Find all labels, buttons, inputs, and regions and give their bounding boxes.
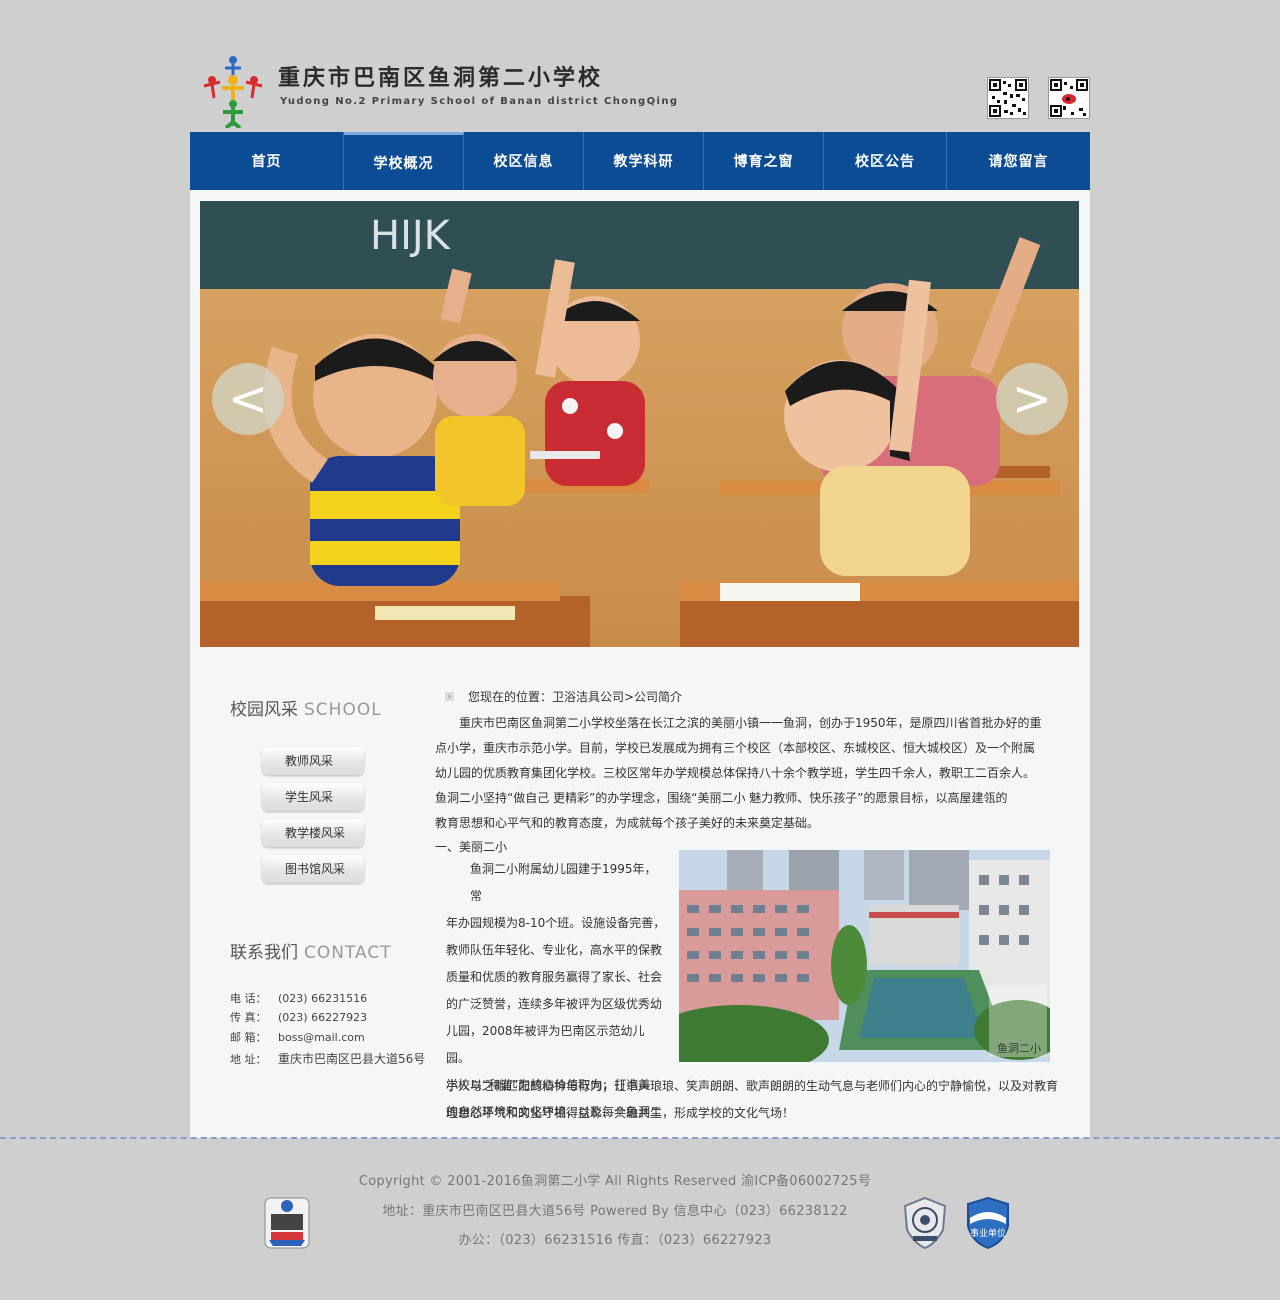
school-style-heading-en: SCHOOL	[304, 700, 382, 720]
section-line: 质量和优质的教育服务赢得了家长、社会	[446, 970, 663, 984]
breadcrumb-text[interactable]: 您现在的位置：卫浴洁具公司>公司简介	[468, 688, 682, 705]
contact-email-value[interactable]: boss@mail.com	[278, 1031, 365, 1044]
national-emblem-badge-icon[interactable]	[901, 1196, 949, 1250]
footer-address: 地址：重庆市巴南区巴县大道56号 Powered By 信息中心（023）662…	[382, 1204, 848, 1219]
contact-address-label: 地 址：	[230, 1053, 267, 1066]
contact-email-label: 邮 箱：	[230, 1031, 267, 1044]
school-campus-photo: 鱼洞二小	[679, 850, 1050, 1062]
contact-fax-value: (023) 66227923	[278, 1011, 368, 1024]
blackboard-text: HIJK	[370, 213, 452, 259]
contact-heading: 联系我们 CONTACT	[230, 938, 392, 963]
banner-next-button[interactable]: >	[996, 363, 1068, 435]
contact-fax-label: 传 真：	[230, 1011, 267, 1024]
nav-item-leave-message[interactable]: 请您留言	[947, 132, 1090, 190]
contact-address: 地 址： 重庆市巴南区巴县大道56号	[230, 1050, 425, 1067]
contact-email: 邮 箱： boss@mail.com	[230, 1029, 365, 1045]
school-title-cn: 重庆市巴南区鱼洞第二小学校	[278, 65, 604, 91]
site-header: 重庆市巴南区鱼洞第二小学校 Yudong No.2 Primary School…	[190, 40, 1090, 132]
sidebar-item-building-style[interactable]: 教学楼风采	[262, 819, 364, 847]
breadcrumb: › 您现在的位置：卫浴洁具公司>公司简介	[445, 688, 682, 705]
contact-heading-en: CONTACT	[304, 943, 392, 963]
section-tail-paragraph: 小人与之相匹配的精神与行为；让书声琅琅、笑声朗朗、歌声朗朗的生动气息与老师们内心…	[446, 1073, 1076, 1127]
footer-copyright: Copyright © 2001-2016鱼洞第二小学 All Rights R…	[358, 1174, 872, 1189]
sidebar-item-student-style[interactable]: 学生风采	[262, 783, 364, 811]
intro-line: 幼儿园的优质教育集团化学校。三校区常年办学规模总体保持八十余个教学班，学生四千余…	[435, 766, 1036, 780]
section-line: 儿园，2008年被评为巴南区示范幼儿园。	[446, 1024, 645, 1065]
section-line: 的广泛赞誉，连续多年被评为区级优秀幼	[446, 997, 663, 1011]
nav-item-campus-notice[interactable]: 校区公告	[824, 132, 947, 190]
contact-phone-value: (023) 66231516	[278, 992, 368, 1005]
school-title-en: Yudong No.2 Primary School of Banan dist…	[280, 96, 679, 107]
section-tail-line: 理想心平气和的坚守相得益彰、共融共生，形成学校的文化气场！	[446, 1106, 795, 1120]
contact-phone: 电 话： (023) 66231516	[230, 990, 367, 1006]
footer-office: 办公：（023）66231516 传直：（023）66227923	[458, 1233, 772, 1248]
qr-code-icon[interactable]	[987, 77, 1029, 119]
section-tail-line: 小人与之相匹配的精神与行为；让书声琅琅、笑声朗朗、歌声朗朗的生动气息与老师们内心…	[446, 1079, 1059, 1093]
section-line: 鱼洞二小附属幼儿园建于1995年，常	[470, 862, 657, 903]
intro-line: 点小学，重庆市示范小学。目前，学校已发展成为拥有三个校区（本部校区、东城校区、恒…	[435, 741, 1036, 755]
intro-paragraph: 重庆市巴南区鱼洞第二小学校坐落在长江之滨的美丽小镇一一鱼洞，创办于1950年，是…	[435, 711, 1075, 836]
nav-item-teaching-research[interactable]: 教学科研	[584, 132, 704, 190]
weibo-qr-code-icon[interactable]	[1048, 77, 1090, 119]
main-nav: 首页 学校概况 校区信息 教学科研 博育之窗 校区公告 请您留言	[190, 132, 1090, 190]
breadcrumb-arrow-icon: ›	[445, 692, 454, 701]
section-title: 一、美丽二小	[435, 840, 508, 854]
sidebar-item-teacher-style[interactable]: 教师风采	[262, 747, 364, 775]
contact-address-value: 重庆市巴南区巴县大道56号	[278, 1052, 426, 1066]
intro-line: 鱼洞二小坚持“做自己 更精彩”的办学理念，围绕“美丽二小 魅力教师、快乐孩子”的…	[435, 791, 1008, 805]
contact-fax: 传 真： (023) 66227923	[230, 1009, 367, 1025]
nav-item-school-overview[interactable]: 学校概况	[344, 132, 464, 190]
section-line: 教师队伍年轻化、专业化，高水平的保教	[446, 943, 663, 957]
banner-slider[interactable]: HIJK < >	[200, 201, 1079, 647]
footer-divider	[0, 1137, 1280, 1139]
public-institution-badge-icon[interactable]: 事业单位	[964, 1196, 1012, 1250]
nav-item-campus-info[interactable]: 校区信息	[464, 132, 584, 190]
main-panel: HIJK < > 校园风采 SCHOOL 教师风采 学生风采 教学楼风采 图书馆…	[190, 190, 1090, 1138]
sidebar-item-library-style[interactable]: 图书馆风采	[262, 855, 364, 883]
school-style-heading: 校园风采 SCHOOL	[230, 695, 382, 720]
banner-image: HIJK	[200, 201, 1079, 647]
contact-phone-label: 电 话：	[230, 992, 267, 1005]
nav-item-boyu-window[interactable]: 博育之窗	[704, 132, 824, 190]
school-style-heading-cn: 校园风采	[230, 700, 298, 720]
school-logo-icon[interactable]	[198, 50, 268, 130]
nav-item-home[interactable]: 首页	[190, 132, 344, 190]
intro-line: 重庆市巴南区鱼洞第二小学校坐落在长江之滨的美丽小镇一一鱼洞，创办于1950年，是…	[459, 716, 1042, 730]
intro-line: 教育思想和心平气和的教育态度，为成就每个孩子美好的未来奠定基础。	[435, 816, 820, 830]
photo-watermark: 鱼洞二小	[997, 1041, 1041, 1055]
public-institution-badge-text: 事业单位	[970, 1227, 1006, 1239]
contact-heading-cn: 联系我们	[230, 943, 298, 963]
section-line: 年办园规模为8-10个班。设施设备完善，	[446, 916, 666, 930]
banner-prev-button[interactable]: <	[212, 363, 284, 435]
